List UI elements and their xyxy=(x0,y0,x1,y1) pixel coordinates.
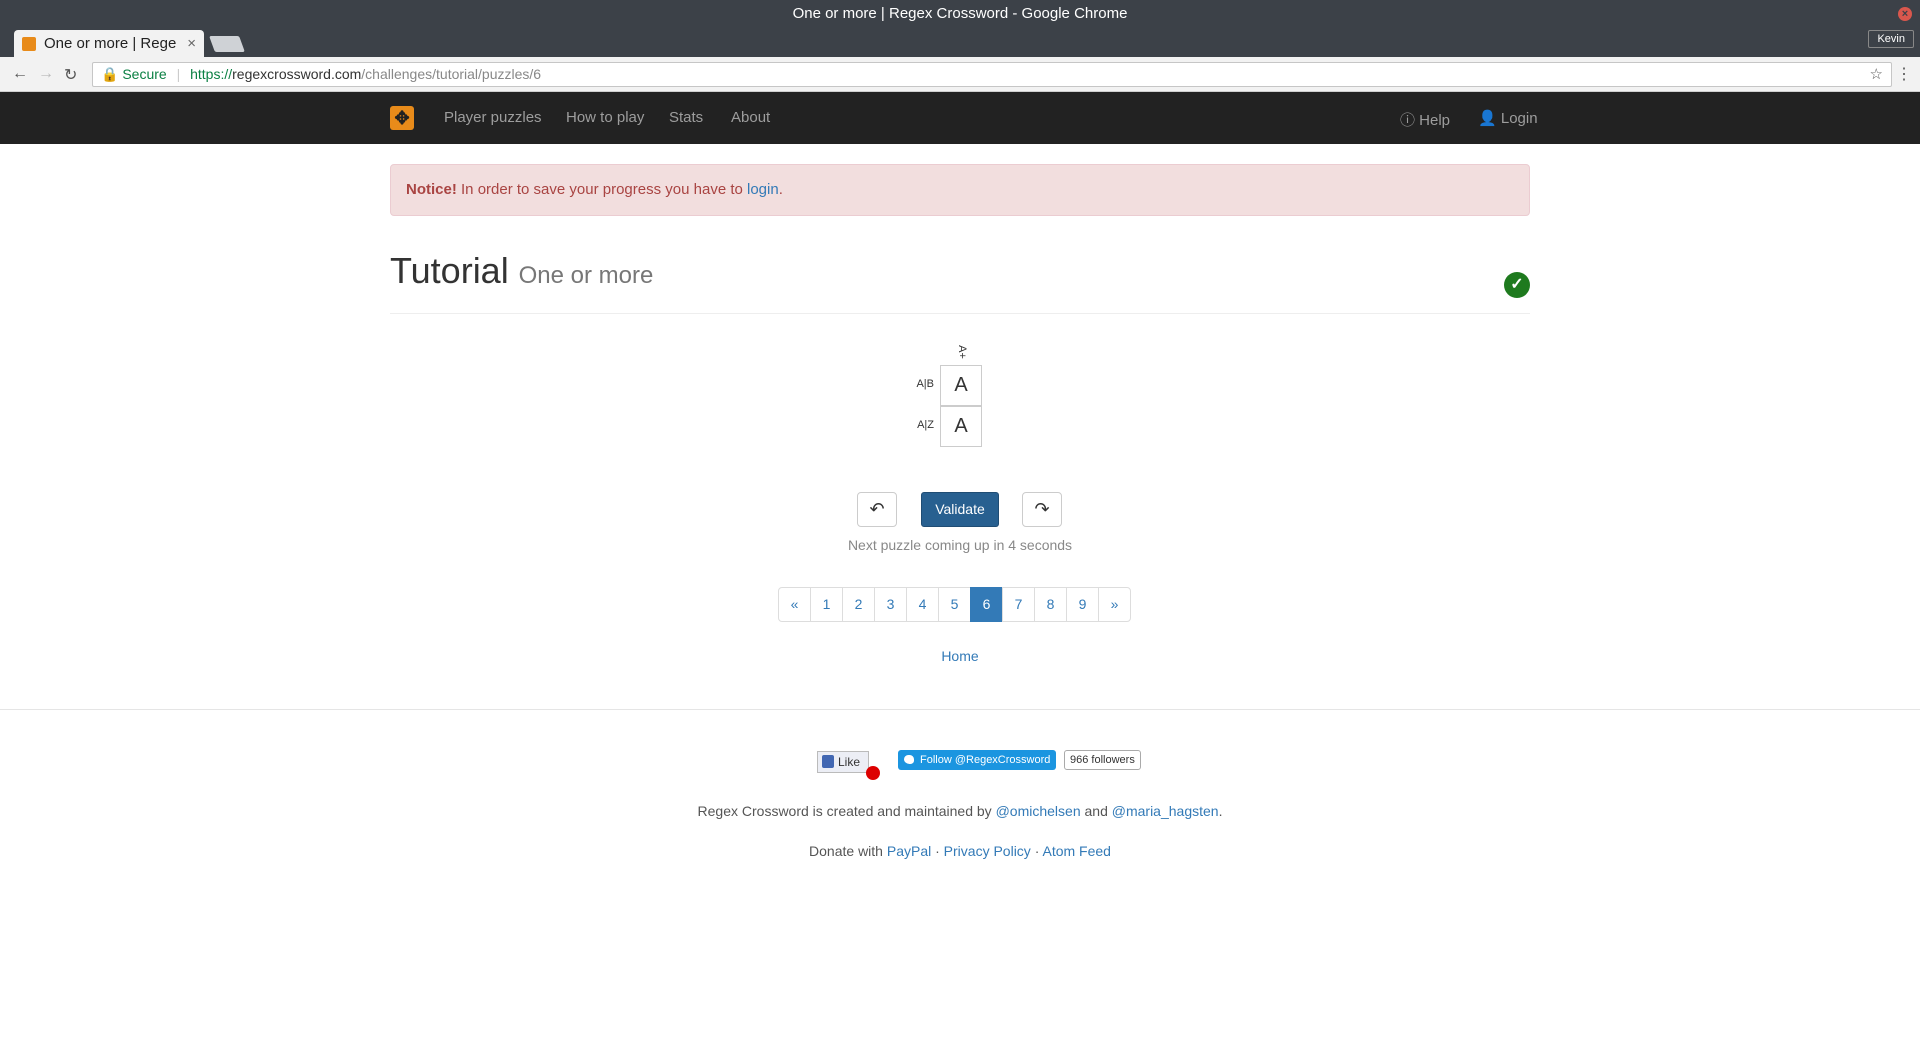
page-3[interactable]: 3 xyxy=(874,587,907,622)
browser-toolbar: ← → ↻ 🔒 Secure | https://regexcrossword.… xyxy=(0,57,1920,92)
fb-like-label: Like xyxy=(838,755,861,769)
favicon-icon xyxy=(22,37,36,51)
address-bar[interactable]: 🔒 Secure | https://regexcrossword.com/ch… xyxy=(92,62,1892,87)
omnibox-divider: | xyxy=(176,66,181,82)
privacy-policy-link[interactable]: Privacy Policy xyxy=(944,843,1031,859)
footer-divider xyxy=(0,709,1920,710)
profile-button[interactable]: Kevin xyxy=(1868,30,1914,48)
notice-login-link[interactable]: login xyxy=(747,181,779,198)
nav-help[interactable]: ⓘ Help xyxy=(1400,109,1450,130)
twitter-bird-icon xyxy=(904,755,914,764)
page-prev[interactable]: « xyxy=(778,587,811,622)
help-icon: ⓘ xyxy=(1400,112,1420,129)
author-link-maria[interactable]: @maria_hagsten xyxy=(1112,803,1219,819)
author-link-omichelsen[interactable]: @omichelsen xyxy=(996,803,1081,819)
undo-icon: ↶ xyxy=(869,499,885,519)
lock-icon: 🔒 xyxy=(101,66,119,82)
credits-prefix: Regex Crossword is created and maintaine… xyxy=(697,803,996,819)
page-header: Tutorial One or more ✓ xyxy=(390,250,1530,314)
browser-menu-icon[interactable]: ⋮ xyxy=(1896,64,1912,84)
nav-how-to-play[interactable]: How to play xyxy=(566,109,644,126)
reload-icon[interactable]: ↻ xyxy=(64,65,77,85)
notice-text: In order to save your progress you have … xyxy=(456,181,747,198)
browser-tab[interactable]: One or more | Rege × xyxy=(14,30,204,57)
back-icon[interactable]: ← xyxy=(12,65,28,83)
secure-label: Secure xyxy=(122,66,167,82)
pagination: « 1 2 3 4 5 6 7 8 9 » xyxy=(778,587,1131,622)
page-5[interactable]: 5 xyxy=(938,587,971,622)
window-titlebar: One or more | Regex Crossword - Google C… xyxy=(0,0,1920,27)
page-1[interactable]: 1 xyxy=(810,587,843,622)
column-clue: A+ xyxy=(955,345,968,359)
nav-player-puzzles[interactable]: Player puzzles xyxy=(444,109,542,126)
page-title: Tutorial xyxy=(390,250,509,291)
solved-check-icon: ✓ xyxy=(1504,272,1530,298)
crossword-cell[interactable]: A xyxy=(940,406,982,447)
footer-dot: · xyxy=(1030,843,1043,859)
notice-end: . xyxy=(778,181,783,198)
footer-links: Donate with PayPal · Privacy Policy · At… xyxy=(0,843,1920,859)
row-clue: A|Z xyxy=(917,419,934,431)
atom-feed-link[interactable]: Atom Feed xyxy=(1042,843,1110,859)
paypal-link[interactable]: PayPal xyxy=(887,843,931,859)
tab-strip: One or more | Rege × Kevin xyxy=(0,27,1920,57)
close-window-icon[interactable]: × xyxy=(1898,7,1912,21)
page-next[interactable]: » xyxy=(1098,587,1131,622)
user-icon: 👤 xyxy=(1478,110,1501,127)
home-link[interactable]: Home xyxy=(900,648,1020,664)
site-logo-icon[interactable]: ✥ xyxy=(390,106,414,130)
credits-and: and xyxy=(1080,803,1112,819)
footer-dot: · xyxy=(931,843,944,859)
new-tab-button[interactable] xyxy=(209,36,245,52)
footer-credits: Regex Crossword is created and maintaine… xyxy=(0,803,1920,819)
page-7[interactable]: 7 xyxy=(1002,587,1035,622)
page-4[interactable]: 4 xyxy=(906,587,939,622)
tab-close-icon[interactable]: × xyxy=(187,30,196,57)
nav-stats[interactable]: Stats xyxy=(669,109,703,126)
page-8[interactable]: 8 xyxy=(1034,587,1067,622)
bookmark-star-icon[interactable]: ☆ xyxy=(1870,63,1883,86)
blocked-badge-icon xyxy=(866,766,880,780)
page-subtitle: One or more xyxy=(518,262,654,289)
login-label: Login xyxy=(1500,110,1538,127)
site-navbar: ✥ Player puzzles How to play Stats About… xyxy=(0,92,1920,144)
nav-login[interactable]: 👤 Login xyxy=(1478,109,1538,127)
notice-bold: Notice! xyxy=(406,181,457,198)
redo-button[interactable]: ↷ xyxy=(1022,492,1062,527)
nav-about[interactable]: About xyxy=(731,109,770,126)
forward-icon[interactable]: → xyxy=(38,65,54,83)
facebook-like-button[interactable]: Like xyxy=(817,751,869,773)
twitter-follow-label: Follow @RegexCrossword xyxy=(920,754,1051,766)
twitter-followers-count[interactable]: 966 followers xyxy=(1064,750,1141,770)
undo-button[interactable]: ↶ xyxy=(857,492,897,527)
page-9[interactable]: 9 xyxy=(1066,587,1099,622)
url-scheme: https:// xyxy=(190,66,233,82)
notice-alert: Notice! In order to save your progress y… xyxy=(390,164,1530,216)
url-host: regexcrossword.com xyxy=(232,66,362,82)
row-clue: A|B xyxy=(916,378,934,390)
page-6-active[interactable]: 6 xyxy=(970,587,1003,622)
window-title: One or more | Regex Crossword - Google C… xyxy=(792,5,1128,22)
validate-button[interactable]: Validate xyxy=(921,492,999,527)
next-puzzle-message: Next puzzle coming up in 4 seconds xyxy=(847,537,1073,553)
help-label: Help xyxy=(1419,112,1451,129)
url-path: /challenges/tutorial/puzzles/6 xyxy=(361,66,542,82)
twitter-follow-button[interactable]: Follow @RegexCrossword xyxy=(898,750,1057,770)
crossword-cell[interactable]: A xyxy=(940,365,982,406)
donate-prefix: Donate with xyxy=(809,843,887,859)
credits-end: . xyxy=(1218,803,1223,819)
thumbs-up-icon xyxy=(822,755,834,768)
redo-icon: ↷ xyxy=(1034,499,1050,519)
tab-title: One or more | Rege xyxy=(44,35,177,52)
page-2[interactable]: 2 xyxy=(842,587,875,622)
